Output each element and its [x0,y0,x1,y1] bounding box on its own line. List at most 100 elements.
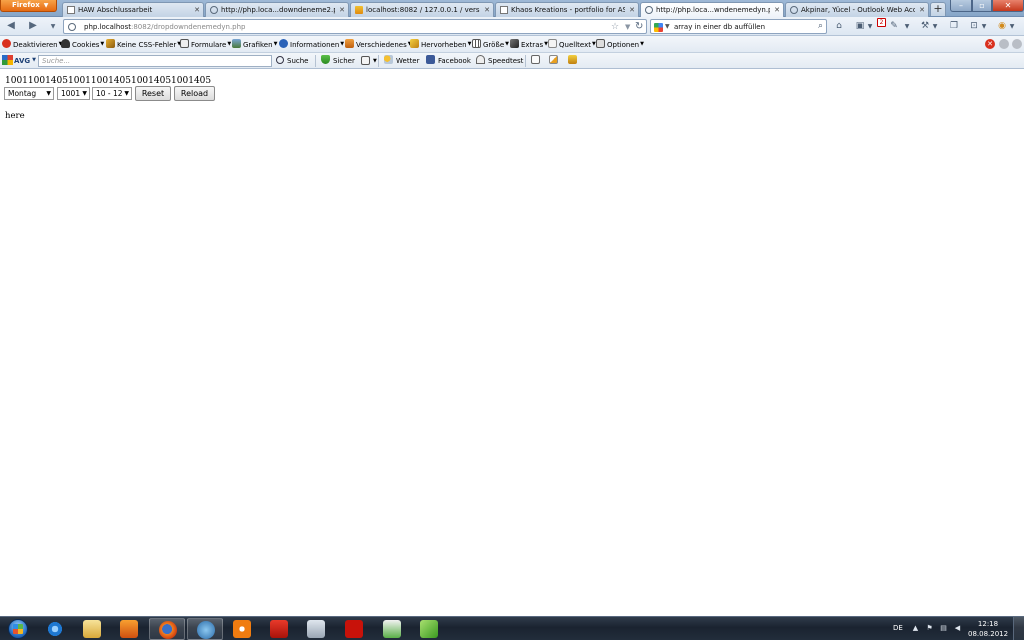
addon-icon[interactable]: ◉ [996,21,1008,32]
tray-expand-icon[interactable]: ▲ [911,624,920,633]
back-button[interactable]: ◀ [4,20,18,33]
taskbar-green-app[interactable] [411,618,447,640]
devtool-quelltext[interactable]: Quelltext▼ [548,39,596,50]
devtool-label: Grafiken [243,41,273,49]
clock[interactable]: 12:18 08.08.2012 [968,619,1008,639]
time-select[interactable]: 10 - 12 ▼ [92,87,132,100]
tools-icon[interactable]: ⚒ [919,21,931,32]
forward-button[interactable]: ▶ [26,20,40,33]
chevron-down-icon[interactable]: ▼ [903,21,911,32]
volume-icon[interactable]: ◀ [953,624,962,633]
flag-icon[interactable]: ⚑ [925,624,934,633]
avg-calendar-button[interactable]: ▼ [361,55,377,67]
window-close-button[interactable]: ✕ [992,0,1024,12]
start-button[interactable] [3,618,33,640]
chevron-down-icon[interactable]: ▼ [931,21,939,32]
avg-logo[interactable]: AVG ▼ [2,55,36,67]
close-icon[interactable]: ✕ [194,5,200,15]
taskbar-calculator[interactable] [298,618,334,640]
avg-tool-button[interactable] [568,55,580,67]
avg-speedtest-button[interactable]: Speedtest [476,55,523,67]
taskbar-media-player[interactable] [111,618,147,640]
tab-haw[interactable]: HAW Abschlussarbeit ✕ [62,2,204,17]
taskbar-explorer[interactable] [74,618,110,640]
tab-label: HAW Abschlussarbeit [78,6,153,14]
chevron-down-icon[interactable]: ▼ [625,21,630,33]
taskbar-acrobat[interactable] [261,618,297,640]
tab-outlook[interactable]: Akpinar, Yücel - Outlook Web Acce... ✕ [785,2,929,17]
home-icon[interactable]: ⌂ [833,21,845,32]
chevron-down-icon[interactable]: ▼ [665,22,670,32]
devtool-cookies[interactable]: Cookies▼ [61,39,104,50]
url-bar[interactable]: php.localhost:8082/dropdowndenemedyn.php… [63,19,647,34]
avg-search-button[interactable]: Suche [276,55,308,67]
close-icon[interactable]: ✕ [629,5,635,15]
new-tab-button[interactable]: + [930,2,946,16]
day-select[interactable]: Montag ▼ [4,87,54,100]
google-icon[interactable] [654,23,663,32]
window-minimize-button[interactable]: – [950,0,972,12]
devtool-informationen[interactable]: Informationen▼ [279,39,344,50]
network-icon[interactable]: ▤ [939,624,948,633]
notification-badge[interactable]: 2 [877,18,886,27]
magnifier-icon[interactable]: ⌕ [818,21,823,32]
reload-button[interactable]: Reload [174,86,215,101]
close-icon[interactable]: ✕ [919,5,925,15]
devtool-grafiken[interactable]: Grafiken▼ [232,39,277,50]
tools-icon [510,39,519,48]
taskbar-xampp[interactable] [224,618,260,640]
misc-icon [345,39,354,48]
gear-icon [233,620,251,638]
tab-dropdowndenemedyn[interactable]: http://php.loca...wndenemedyn.php ✕ [640,2,784,17]
devtool-groesse[interactable]: Größe▼ [472,39,509,50]
chevron-down-icon[interactable]: ▼ [866,21,874,32]
taskbar-filezilla[interactable] [336,618,372,640]
language-indicator[interactable]: DE [893,623,903,633]
window-maximize-button[interactable]: ▫ [972,0,992,12]
url-text[interactable]: php.localhost:8082/dropdowndenemedyn.php [84,22,246,32]
firefox-menu-button[interactable]: Firefox ▼ [0,0,57,12]
avg-weather-button[interactable]: Wetter [384,55,420,67]
edit-icon[interactable]: ✎ [888,21,900,32]
close-icon[interactable]: ✕ [484,5,490,15]
webdev-menu-icon[interactable]: ▣ [854,21,866,32]
show-desktop-button[interactable] [1013,617,1024,640]
devtool-formulare[interactable]: Formulare▼ [180,39,231,50]
day-select-value: Montag [8,89,37,98]
taskbar-network[interactable] [187,618,223,640]
devtool-deaktivieren[interactable]: Deaktivieren▼ [2,39,62,50]
close-icon[interactable]: ✕ [985,39,995,49]
avg-facebook-button[interactable]: Facebook [426,55,471,67]
tab-khaos-kreations[interactable]: Khaos Kreations - portfolio for ASte... … [495,2,639,17]
taskbar-firefox[interactable] [149,618,185,640]
devtool-hervorheben[interactable]: Hervorheben▼ [410,39,471,50]
taskbar-ie[interactable] [37,618,73,640]
tab-dropdowndeneme2[interactable]: http://php.loca...downdeneme2.php ✕ [205,2,349,17]
window-icon[interactable]: ❐ [948,21,960,32]
taskbar-chart-app[interactable] [374,618,410,640]
reload-icon[interactable]: ↻ [635,20,643,33]
close-icon[interactable]: ✕ [339,5,345,15]
search-bar[interactable]: ▼ array in einer db auffüllen ⌕ [650,19,827,34]
close-icon[interactable]: ✕ [774,5,780,15]
devtool-optionen[interactable]: Optionen▼ [596,39,644,50]
maximize-icon: ▫ [979,1,985,10]
avg-edit-button[interactable] [549,55,561,67]
search-input[interactable]: array in einer db auffüllen [674,22,765,32]
avg-secure-button[interactable]: Sicher [321,55,355,67]
number-select[interactable]: 1001 ▼ [57,87,90,100]
chevron-down-icon: ▼ [46,90,51,97]
reset-button[interactable]: Reset [135,86,171,101]
screenshot-icon[interactable]: ⊡ [968,21,980,32]
devtool-verschiedenes[interactable]: Verschiedenes▼ [345,39,412,50]
chevron-down-icon: ▼ [100,41,105,47]
devtool-css[interactable]: Keine CSS-Fehler▼ [106,39,181,50]
avg-search-input[interactable]: Suche... [38,55,272,67]
bookmark-star-icon[interactable]: ☆ [611,21,619,33]
history-dropdown-button[interactable]: ▼ [46,20,60,33]
tab-phpmyadmin[interactable]: localhost:8082 / 127.0.0.1 / versuch ...… [350,2,494,17]
chevron-down-icon[interactable]: ▼ [980,21,988,32]
devtool-extras[interactable]: Extras▼ [510,39,548,50]
avg-notes-button[interactable] [531,55,543,67]
chevron-down-icon[interactable]: ▼ [1008,21,1016,32]
